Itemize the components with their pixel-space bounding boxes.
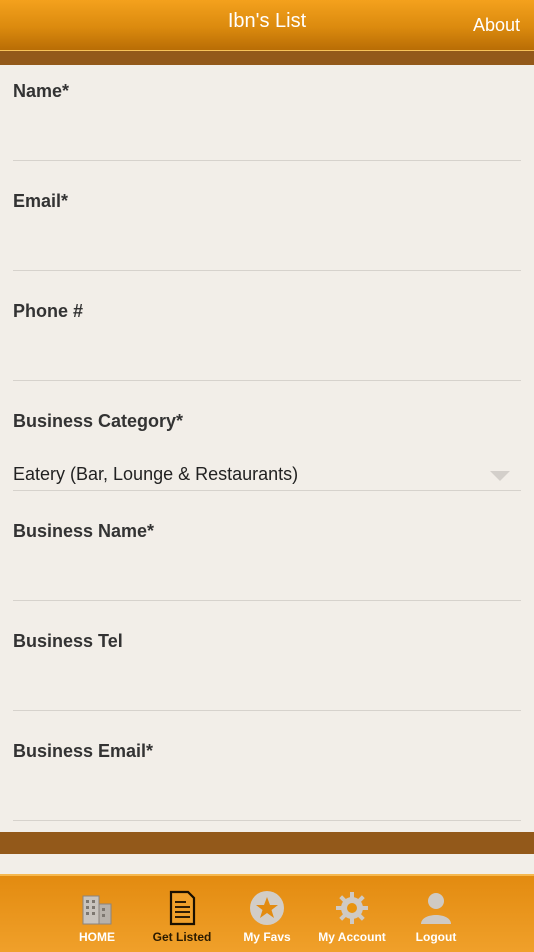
business-email-label: Business Email* (13, 741, 154, 761)
get-listed-form: Name* Email* Phone # Business Category* … (0, 65, 534, 835)
document-icon (164, 890, 200, 926)
tab-my-account-label: My Account (318, 930, 386, 944)
name-field: Name* (0, 65, 534, 175)
business-category-select[interactable]: Eatery (Bar, Lounge & Restaurants) (13, 457, 521, 491)
phone-field: Phone # (0, 285, 534, 395)
email-label: Email* (13, 191, 69, 211)
business-category-value: Eatery (Bar, Lounge & Restaurants) (13, 464, 299, 484)
tab-logout[interactable]: Logout (391, 890, 481, 944)
phone-input[interactable] (13, 347, 521, 381)
about-button[interactable]: About (473, 15, 520, 36)
tab-get-listed-label: Get Listed (152, 930, 212, 944)
tab-get-listed[interactable]: Get Listed (137, 890, 227, 944)
user-icon (418, 890, 454, 926)
business-category-field: Business Category* Eatery (Bar, Lounge &… (0, 395, 534, 505)
gear-icon (334, 890, 370, 926)
business-category-label: Business Category* (13, 411, 184, 431)
tab-my-favs-label: My Favs (243, 930, 291, 944)
business-name-field: Business Name* (0, 505, 534, 615)
business-tel-field: Business Tel (0, 615, 534, 725)
star-icon (249, 890, 285, 926)
business-name-label: Business Name* (13, 521, 155, 541)
tab-my-account[interactable]: My Account (307, 890, 397, 944)
business-tel-label: Business Tel (13, 631, 123, 651)
name-input[interactable] (13, 127, 521, 161)
business-name-input[interactable] (13, 567, 521, 601)
tab-home[interactable]: HOME (52, 890, 142, 944)
bottom-tab-bar: HOME Get Listed My Favs My Account Logou… (0, 874, 534, 952)
name-label: Name* (13, 81, 70, 101)
tab-home-label: HOME (79, 930, 115, 944)
app-header: Ibn's List About (0, 0, 534, 51)
tab-logout-label: Logout (415, 930, 457, 944)
email-input[interactable] (13, 237, 521, 271)
business-email-field: Business Email* (0, 725, 534, 835)
form-footer-bar (0, 832, 534, 854)
business-email-input[interactable] (13, 787, 521, 821)
header-divider (0, 51, 534, 65)
phone-label: Phone # (13, 301, 84, 321)
chevron-down-icon[interactable] (490, 471, 510, 481)
tab-my-favs[interactable]: My Favs (222, 890, 312, 944)
page-title: Ibn's List (227, 10, 307, 32)
building-icon (79, 890, 115, 926)
email-field: Email* (0, 175, 534, 285)
business-tel-input[interactable] (13, 677, 521, 711)
